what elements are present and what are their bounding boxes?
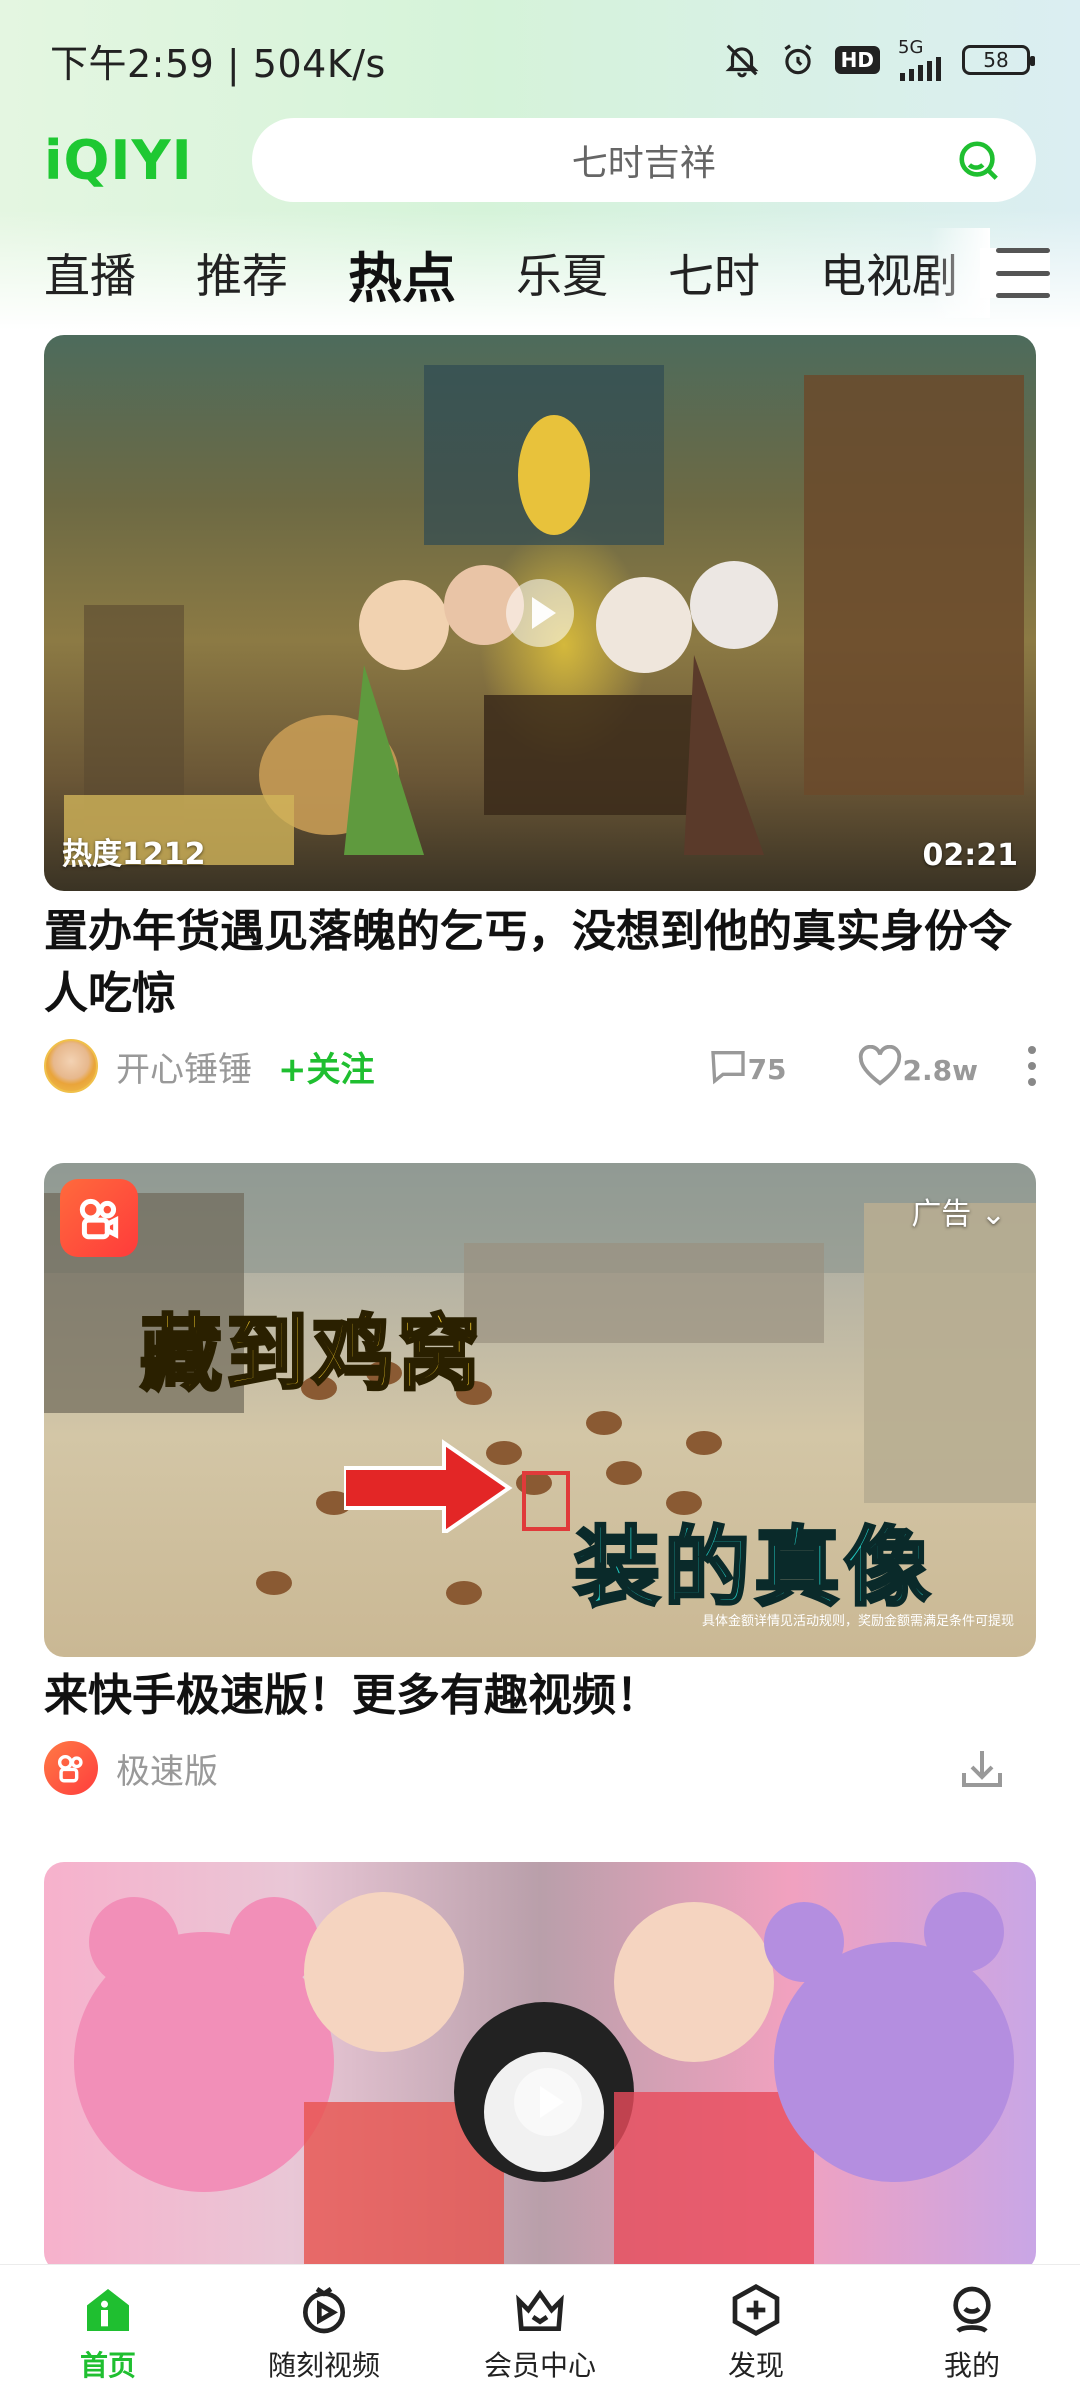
signal-group: 5G bbox=[898, 39, 944, 81]
nav-home-label: 首页 bbox=[79, 2348, 136, 2382]
status-time-speed: 下午2:59 | 504K/s bbox=[50, 41, 386, 86]
kuaishou-small-icon bbox=[44, 1741, 98, 1795]
nav-profile-label: 我的 bbox=[943, 2348, 1000, 2382]
ad-meta-row: 极速版 bbox=[44, 1733, 1036, 1803]
nav-vip-label: 会员中心 bbox=[483, 2348, 596, 2382]
profile-icon bbox=[953, 2286, 991, 2333]
category-tabs: 直播 推荐 热点 乐夏 七时 电视剧 bbox=[0, 228, 1080, 318]
red-arrow-icon bbox=[344, 1439, 513, 1533]
play-icon[interactable] bbox=[506, 579, 574, 647]
iqiyi-logo[interactable]: iQIYI bbox=[44, 129, 207, 192]
battery-icon: 58 bbox=[962, 45, 1035, 75]
search-icon[interactable] bbox=[956, 138, 1002, 184]
video-title[interactable]: 置办年货遇见落魄的乞丐，没想到他的真实身份令人吃惊 bbox=[44, 901, 1036, 1025]
search-bar[interactable]: 七时吉祥 bbox=[251, 118, 1036, 202]
bell-muted-icon bbox=[725, 44, 759, 78]
video-thumbnail[interactable] bbox=[44, 1862, 1036, 2272]
video-actions: 75 2.8w bbox=[708, 1031, 1036, 1101]
tab-menu-icon[interactable] bbox=[980, 248, 1050, 298]
app-header: iQIYI 七时吉祥 bbox=[0, 115, 1080, 205]
discover-plus-icon bbox=[732, 2283, 780, 2336]
ad-title[interactable]: 来快手极速版！更多有趣视频！ bbox=[44, 1665, 1036, 1727]
ad-overlay-text-2: 装的真像 bbox=[573, 1517, 934, 1620]
tab-recommend[interactable]: 推荐 bbox=[196, 240, 288, 306]
nav-profile[interactable]: 我的 bbox=[892, 2282, 1052, 2384]
signal-icon bbox=[900, 57, 941, 81]
hd-badge: HD bbox=[834, 46, 880, 74]
ad-source[interactable]: 极速版 bbox=[116, 1744, 218, 1793]
heat-label: 热度1212 bbox=[62, 837, 206, 872]
play-icon[interactable] bbox=[514, 2068, 582, 2136]
author-avatar[interactable] bbox=[44, 1039, 98, 1093]
kuaishou-logo-icon bbox=[60, 1179, 138, 1257]
video-card[interactable]: 热度1212 02:21 置办年货遇见落魄的乞丐，没想到他的真实身份令人吃惊 开… bbox=[44, 335, 1036, 1101]
tab-qishi[interactable]: 七时 bbox=[668, 240, 760, 306]
alarm-icon bbox=[784, 44, 812, 75]
thumbnail-scene bbox=[74, 1892, 1014, 2272]
network-type: 5G bbox=[898, 37, 924, 58]
nav-suike-video[interactable]: 随刻视频 bbox=[244, 2282, 404, 2384]
download-icon[interactable] bbox=[958, 1745, 1006, 1793]
crown-icon bbox=[516, 2289, 564, 2331]
ad-overlay-text-1: 藏到鸡窝 bbox=[138, 1306, 485, 1404]
video-thumbnail[interactable]: 热度1212 02:21 bbox=[44, 335, 1036, 891]
tab-hot[interactable]: 热点 bbox=[348, 234, 456, 313]
ad-label-text: 广告 bbox=[911, 1197, 972, 1232]
nav-discover[interactable]: 发现 bbox=[676, 2282, 836, 2384]
nav-discover-label: 发现 bbox=[727, 2348, 784, 2382]
tab-summer[interactable]: 乐夏 bbox=[516, 240, 608, 306]
ad-label[interactable]: 广告 ⌄ bbox=[911, 1189, 1006, 1233]
comment-count: 75 bbox=[747, 1053, 787, 1086]
battery-level: 58 bbox=[983, 48, 1009, 72]
ad-thumbnail[interactable]: 广告 ⌄ 藏到鸡窝 装的真像 具体金额详情见活动规则，奖励金额需满足条件可提现 bbox=[44, 1163, 1036, 1657]
tab-live[interactable]: 直播 bbox=[44, 240, 136, 306]
comment-icon bbox=[710, 1051, 745, 1085]
search-placeholder: 七时吉祥 bbox=[571, 143, 716, 184]
nav-home[interactable]: 首页 bbox=[28, 2282, 188, 2384]
author-name[interactable]: 开心锤锤 bbox=[116, 1042, 252, 1091]
chevron-down-icon: ⌄ bbox=[980, 1197, 1006, 1232]
play-circle-icon bbox=[303, 2286, 345, 2333]
like-count: 2.8w bbox=[902, 1054, 978, 1087]
bottom-navigation: 首页 随刻视频 会员中心 发现 我的 bbox=[0, 2264, 1080, 2400]
home-icon bbox=[87, 2288, 129, 2331]
nav-vip-center[interactable]: 会员中心 bbox=[460, 2282, 620, 2384]
like-button[interactable]: 2.8w bbox=[857, 1045, 978, 1087]
more-options-icon[interactable] bbox=[1028, 1046, 1036, 1086]
status-bar: 下午2:59 | 504K/s HD 5G 58 bbox=[0, 0, 1080, 120]
ad-card[interactable]: 广告 ⌄ 藏到鸡窝 装的真像 具体金额详情见活动规则，奖励金额需满足条件可提现 … bbox=[44, 1163, 1036, 1803]
duration-label: 02:21 bbox=[922, 838, 1019, 873]
follow-button[interactable]: +关注 bbox=[278, 1042, 375, 1091]
nav-suike-label: 随刻视频 bbox=[267, 2348, 380, 2382]
comment-button[interactable]: 75 bbox=[708, 1046, 787, 1086]
video-card[interactable] bbox=[44, 1862, 1036, 2272]
heart-icon bbox=[858, 1045, 901, 1086]
status-icons: HD 5G 58 bbox=[723, 39, 1035, 81]
video-meta-row: 开心锤锤 +关注 75 2.8w bbox=[44, 1031, 1036, 1101]
ad-fine-print: 具体金额详情见活动规则，奖励金额需满足条件可提现 bbox=[701, 1614, 1014, 1629]
